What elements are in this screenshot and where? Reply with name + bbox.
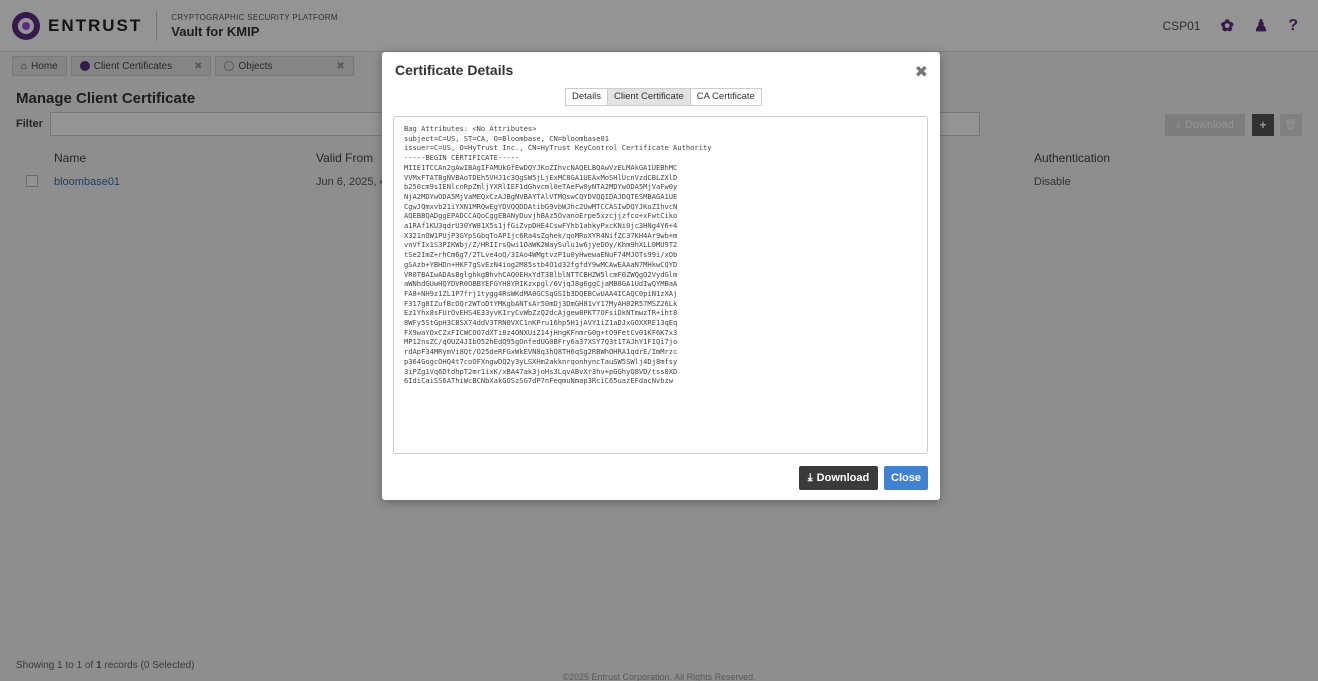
tab-ca-certificate[interactable]: CA Certificate	[690, 89, 761, 105]
download-icon: ⤓	[807, 471, 813, 484]
tab-details[interactable]: Details	[566, 89, 609, 105]
tab-client-certificate[interactable]: Client Certificate	[608, 89, 691, 105]
dialog-tabs: Details Client Certificate CA Certificat…	[565, 88, 762, 106]
dialog-title: Certificate Details	[395, 62, 514, 78]
certificate-text: Bag Attributes: <No Attributes> subject=…	[404, 124, 712, 386]
download-label: Download	[816, 472, 870, 484]
download-button[interactable]: ⤓ Download	[799, 466, 878, 490]
close-icon[interactable]: ✖	[915, 62, 928, 82]
certificate-details-dialog: Certificate Details ✖ Details Client Cer…	[382, 52, 940, 500]
certificate-textarea[interactable]: Bag Attributes: <No Attributes> subject=…	[393, 116, 928, 454]
close-button[interactable]: Close	[884, 466, 928, 490]
